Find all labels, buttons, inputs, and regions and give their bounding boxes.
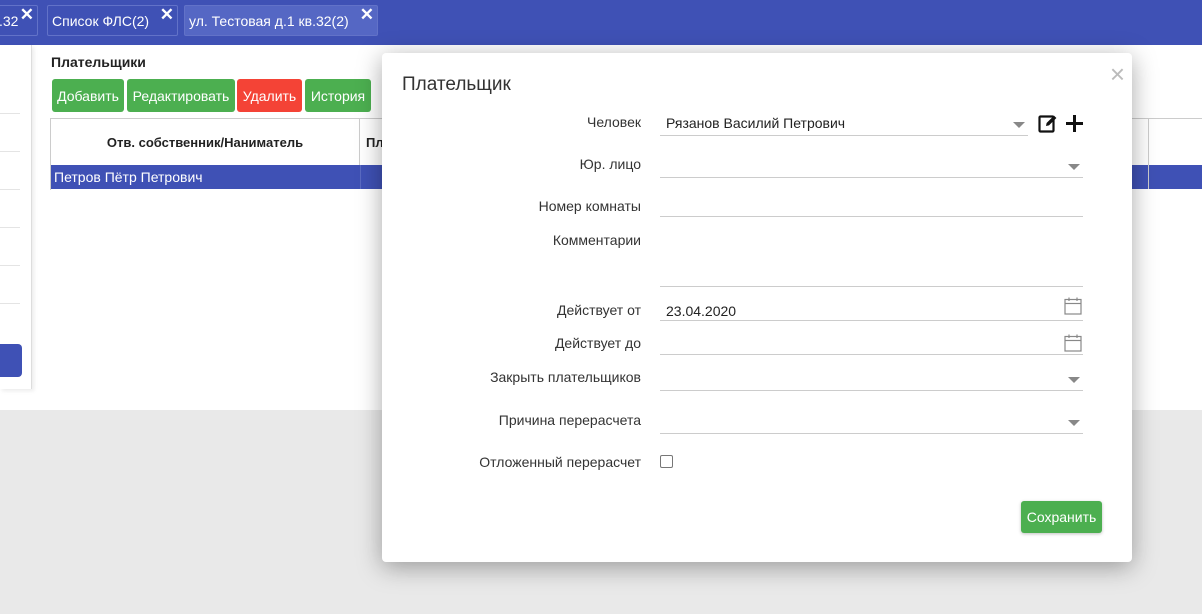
plus-icon[interactable] xyxy=(1066,115,1083,132)
tab-apartment-partial[interactable]: .32 ✕ xyxy=(0,5,38,36)
valid-to-input[interactable] xyxy=(660,330,1083,355)
history-button[interactable]: История xyxy=(305,79,371,112)
close-payers-label: Закрыть плательщиков xyxy=(490,369,641,385)
recalc-reason-label: Причина перерасчета xyxy=(498,412,641,428)
caret-down-icon[interactable] xyxy=(1068,420,1080,426)
delete-button[interactable]: Удалить xyxy=(237,79,302,112)
close-icon[interactable]: ✕ xyxy=(160,5,174,25)
tab-label: .32 xyxy=(0,12,19,29)
person-select[interactable]: Рязанов Василий Петрович xyxy=(660,111,1028,136)
valid-from-input[interactable]: 23.04.2020 xyxy=(660,296,1083,321)
divider xyxy=(360,165,361,189)
tab-fls-list[interactable]: Список ФЛС(2) ✕ xyxy=(47,5,178,36)
valid-from-value: 23.04.2020 xyxy=(666,303,737,319)
legal-entity-label: Юр. лицо xyxy=(579,156,641,172)
divider xyxy=(0,189,20,190)
person-label: Человек xyxy=(587,114,641,130)
caret-down-icon[interactable] xyxy=(1068,164,1080,170)
valid-from-label: Действует от xyxy=(557,302,641,318)
divider xyxy=(0,265,20,266)
valid-to-label: Действует до xyxy=(554,335,641,351)
add-button[interactable]: Добавить xyxy=(52,79,124,112)
room-number-label: Номер комнаты xyxy=(538,198,641,214)
person-value: Рязанов Василий Петрович xyxy=(666,115,846,131)
deferred-recalc-label: Отложенный перерасчет xyxy=(479,454,641,470)
comments-label: Комментарии xyxy=(552,232,641,248)
dialog-title: Плательщик xyxy=(402,74,511,95)
section-title: Плательщики xyxy=(51,54,146,70)
tab-label: ул. Тестовая д.1 кв.32(2) xyxy=(189,12,349,29)
column-header-owner[interactable]: Отв. собственник/Наниматель xyxy=(51,119,360,165)
divider xyxy=(0,113,20,114)
edit-button[interactable]: Редактировать xyxy=(127,79,235,112)
divider xyxy=(0,227,20,228)
room-number-input[interactable] xyxy=(660,192,1083,217)
close-icon[interactable]: ✕ xyxy=(360,5,374,25)
payer-dialog: Плательщик × Человек Рязанов Василий Пет… xyxy=(382,53,1132,562)
owner-cell: Петров Пётр Петрович xyxy=(54,169,203,185)
legal-entity-select[interactable] xyxy=(660,153,1083,178)
tab-address[interactable]: ул. Тестовая д.1 кв.32(2) ✕ xyxy=(184,5,378,36)
tab-bar: .32 ✕ Список ФЛС(2) ✕ ул. Тестовая д.1 к… xyxy=(0,0,1202,45)
caret-down-icon[interactable] xyxy=(1068,377,1080,383)
divider xyxy=(0,151,20,152)
left-panel xyxy=(0,45,32,389)
close-payers-select[interactable] xyxy=(660,366,1083,391)
recalc-reason-select[interactable] xyxy=(660,409,1083,434)
deferred-recalc-checkbox[interactable] xyxy=(660,455,673,468)
divider xyxy=(0,303,20,304)
panel-button[interactable] xyxy=(0,344,22,377)
close-icon[interactable]: ✕ xyxy=(20,5,34,25)
tab-label: Список ФЛС(2) xyxy=(52,12,150,29)
comments-input[interactable] xyxy=(660,233,1083,287)
close-icon[interactable]: × xyxy=(1110,61,1125,87)
calendar-icon[interactable] xyxy=(1064,297,1082,315)
calendar-icon[interactable] xyxy=(1064,334,1082,352)
edit-icon[interactable] xyxy=(1038,113,1058,133)
caret-down-icon[interactable] xyxy=(1013,122,1025,128)
divider xyxy=(1148,119,1149,189)
save-button[interactable]: Сохранить xyxy=(1021,501,1102,533)
